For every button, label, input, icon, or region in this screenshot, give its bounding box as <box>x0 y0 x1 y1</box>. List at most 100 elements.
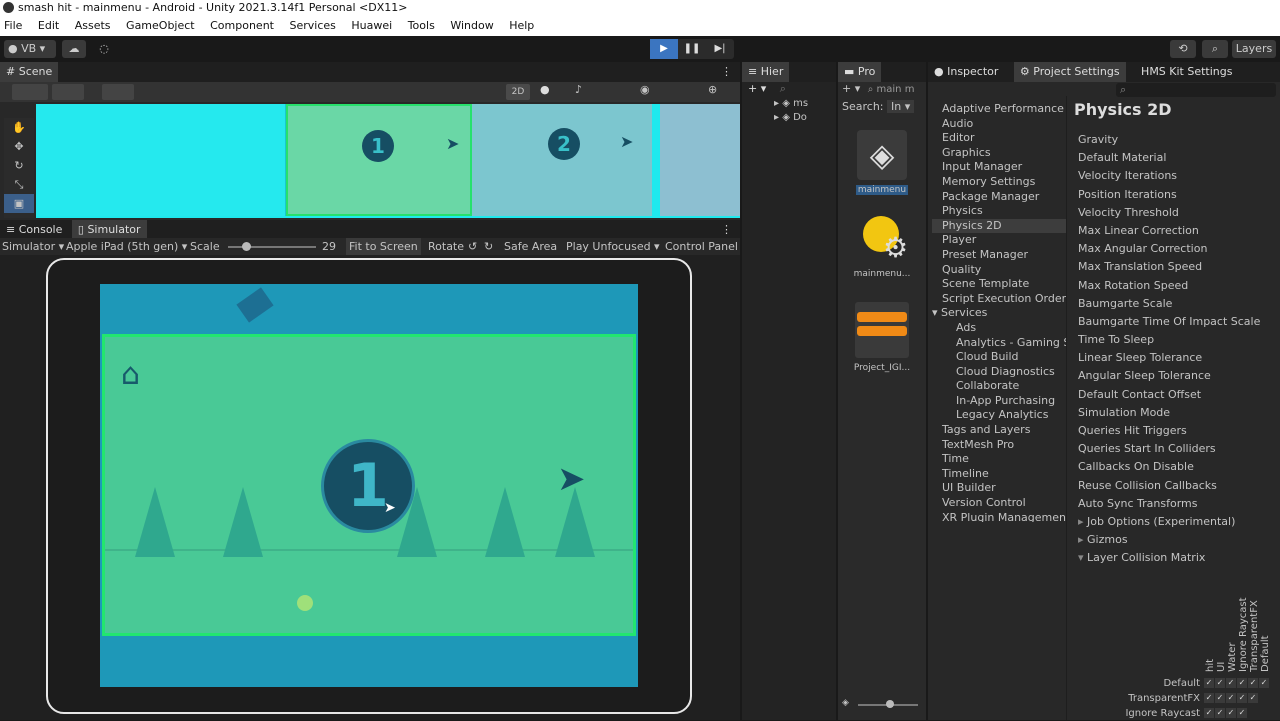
settings-category-item[interactable]: Physics <box>932 204 1066 219</box>
zoom-slider-handle[interactable] <box>886 700 894 708</box>
scale-tool-icon[interactable]: ⤡ <box>4 175 34 194</box>
kebab-menu-icon[interactable]: ⋮ <box>721 62 732 82</box>
collision-checkbox[interactable]: ✓ <box>1226 693 1236 703</box>
collision-checkbox[interactable]: ✓ <box>1237 708 1247 718</box>
settings-category-item[interactable]: Time <box>932 452 1066 467</box>
settings-category-item[interactable]: Memory Settings <box>932 175 1066 190</box>
menu-tools[interactable]: Tools <box>408 19 435 32</box>
menu-file[interactable]: File <box>4 19 22 32</box>
rotate-tool-icon[interactable]: ↻ <box>4 156 34 175</box>
hierarchy-item[interactable]: ▸ ◈ Do <box>774 112 836 126</box>
tab-inspector[interactable]: ● Inspector <box>928 62 1004 82</box>
menu-huawei[interactable]: Huawei <box>351 19 392 32</box>
settings-category-item[interactable]: Scene Template <box>932 277 1066 292</box>
project-zoom-slider[interactable]: ◈ <box>842 698 926 712</box>
create-button[interactable]: + ▾ <box>748 82 766 95</box>
settings-category-item[interactable]: Audio <box>932 117 1066 132</box>
settings-category-item[interactable]: UI Builder <box>932 481 1066 496</box>
settings-category-item[interactable]: Version Control <box>932 496 1066 511</box>
collision-checkbox[interactable]: ✓ <box>1204 678 1214 688</box>
settings-category-item[interactable]: Player <box>932 233 1066 248</box>
settings-category-item[interactable]: Input Manager <box>932 160 1066 175</box>
tab-project[interactable]: ▬ Pro <box>838 62 882 82</box>
history-button[interactable]: ⟲ <box>1170 40 1196 58</box>
play-unfocused-dropdown[interactable]: Play Unfocused ▾ <box>566 238 660 255</box>
hand-tool-icon[interactable]: ✋ <box>4 118 34 137</box>
next-arrow-icon[interactable]: ➤ <box>557 459 586 499</box>
render-mode-dropdown[interactable] <box>52 84 84 100</box>
foldout-header[interactable]: ▸ Job Options (Experimental) <box>1078 513 1278 531</box>
move-tool-icon[interactable]: ✥ <box>4 137 34 156</box>
gizmos-icon[interactable]: ⊕ <box>708 83 717 96</box>
kebab-menu-icon[interactable]: ⋮ <box>721 220 732 240</box>
collision-checkbox[interactable]: ✓ <box>1204 693 1214 703</box>
settings-search-input[interactable]: ⌕ <box>1116 83 1276 97</box>
foldout-header[interactable]: ▸ Gizmos <box>1078 531 1278 549</box>
asset-tile[interactable]: ◈ mainmenu <box>846 130 918 206</box>
settings-category-item[interactable]: XR Plugin Management <box>932 511 1066 522</box>
hierarchy-search-input[interactable]: ⌕ <box>780 82 786 95</box>
collision-checkbox[interactable]: ✓ <box>1248 693 1258 703</box>
device-dropdown[interactable]: Apple iPad (5th gen) ▾ <box>66 238 187 255</box>
search-scope-dropdown[interactable]: In ▾ <box>887 100 915 113</box>
settings-category-item[interactable]: Script Execution Order <box>932 292 1066 307</box>
rotate-left-icon[interactable]: ↺ <box>468 238 477 255</box>
collision-checkbox[interactable]: ✓ <box>1237 693 1247 703</box>
hierarchy-item[interactable]: ▸ ◈ ms <box>774 98 836 112</box>
menu-gameobject[interactable]: GameObject <box>126 19 195 32</box>
draw-mode-dropdown[interactable] <box>12 84 48 100</box>
tab-project-settings[interactable]: ⚙ Project Settings <box>1013 62 1126 82</box>
asset-tile[interactable]: Project_IGI... <box>846 302 918 378</box>
grid-snap-dropdown[interactable] <box>102 84 134 100</box>
fit-to-screen-button[interactable]: Fit to Screen <box>346 238 421 255</box>
asset-tile[interactable]: ⚙ mainmenu... <box>846 214 918 298</box>
game-screen[interactable]: ⌂ 1 ➤ ➤ <box>100 284 638 687</box>
menu-help[interactable]: Help <box>509 19 534 32</box>
foldout-arrow-icon[interactable]: ▸ <box>1078 533 1087 546</box>
scale-slider-handle[interactable] <box>242 242 251 251</box>
foldout-arrow-icon[interactable]: ▾ <box>932 306 941 319</box>
rect-tool-icon[interactable]: ▣ <box>4 194 34 213</box>
tab-scene[interactable]: # Scene <box>0 62 59 82</box>
tab-console[interactable]: ≡ Console <box>0 220 68 240</box>
menu-window[interactable]: Window <box>450 19 493 32</box>
scene-viewport[interactable]: 1 ➤ 2 ➤ <box>36 104 740 218</box>
settings-category-item[interactable]: Editor <box>932 131 1066 146</box>
rotate-right-icon[interactable]: ↻ <box>484 238 493 255</box>
account-button[interactable]: ● VB ▾ <box>4 40 56 58</box>
settings-category-item[interactable]: Legacy Analytics <box>932 408 1066 423</box>
splitter[interactable] <box>1066 96 1067 720</box>
menu-edit[interactable]: Edit <box>38 19 59 32</box>
collision-checkbox[interactable]: ✓ <box>1226 708 1236 718</box>
settings-category-item[interactable]: Tags and Layers <box>932 423 1066 438</box>
project-create-button[interactable]: + ▾ <box>842 82 860 95</box>
settings-category-item[interactable]: Analytics - Gaming S <box>932 336 1066 351</box>
settings-category-item[interactable]: Package Manager <box>932 190 1066 205</box>
collision-checkbox[interactable]: ✓ <box>1204 708 1214 718</box>
settings-category-item[interactable]: In-App Purchasing <box>932 394 1066 409</box>
foldout-arrow-icon[interactable]: ▸ <box>1078 515 1087 528</box>
project-search-input[interactable]: ⌕ main m <box>868 84 915 95</box>
lighting-icon[interactable]: ● <box>540 83 550 96</box>
settings-category-item[interactable]: ▾ Services <box>932 306 1066 321</box>
step-button[interactable]: ▶| <box>706 39 734 59</box>
pause-button[interactable]: ❚❚ <box>678 39 706 59</box>
collision-checkbox[interactable]: ✓ <box>1237 678 1247 688</box>
toggle-2d-button[interactable]: 2D <box>506 84 530 100</box>
simulator-mode-dropdown[interactable]: Simulator ▾ <box>2 238 64 255</box>
collab-button[interactable]: ◌ <box>92 40 116 58</box>
search-button[interactable]: ⌕ <box>1202 40 1228 58</box>
control-panel-button[interactable]: Control Panel <box>665 238 738 255</box>
play-button[interactable]: ▶ <box>650 39 678 59</box>
settings-category-item[interactable]: Adaptive Performance <box>932 102 1066 117</box>
cloud-button[interactable]: ☁ <box>62 40 86 58</box>
layers-dropdown[interactable]: Layers <box>1232 40 1276 58</box>
home-button-icon[interactable]: ⌂ <box>121 357 140 392</box>
tab-hms-kit-settings[interactable]: HMS Kit Settings <box>1135 62 1238 82</box>
tab-hierarchy[interactable]: ≡ Hier <box>742 62 790 82</box>
collision-checkbox[interactable]: ✓ <box>1215 693 1225 703</box>
settings-category-item[interactable]: Ads <box>932 321 1066 336</box>
level-select-button[interactable]: 1 <box>321 439 415 533</box>
foldout-arrow-icon[interactable]: ▾ <box>1078 551 1087 564</box>
collision-checkbox[interactable]: ✓ <box>1215 708 1225 718</box>
